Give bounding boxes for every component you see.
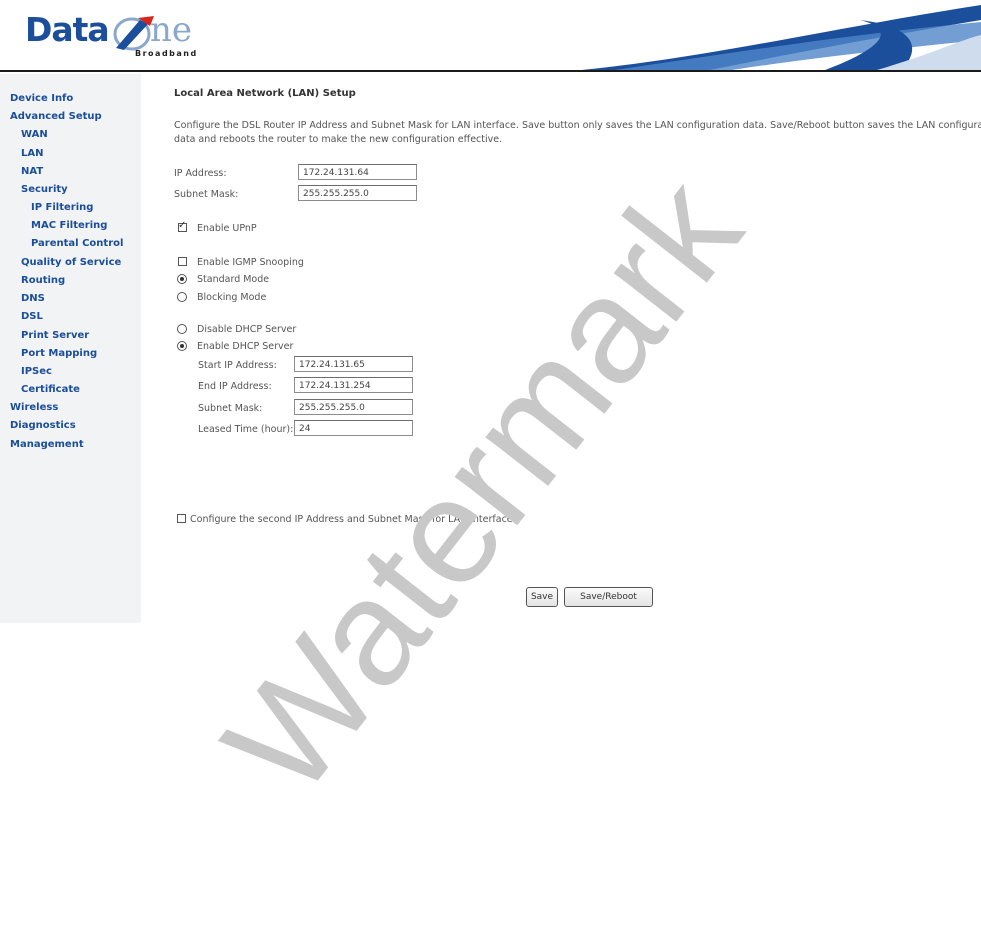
- ip-address-input[interactable]: 172.24.131.64: [298, 164, 417, 180]
- logo-text-data: Data: [25, 10, 110, 49]
- enable-igmp-snooping-label: Enable IGMP Snooping: [197, 257, 304, 268]
- enable-upnp-label: Enable UPnP: [197, 223, 257, 234]
- sidebar-item-lan[interactable]: LAN: [21, 148, 43, 159]
- sidebar-item-dsl[interactable]: DSL: [21, 311, 43, 322]
- sidebar-item-nat[interactable]: NAT: [21, 166, 43, 177]
- sidebar-nav: Device Info Advanced Setup WAN LAN NAT S…: [0, 74, 141, 623]
- sidebar-item-ip-filtering[interactable]: IP Filtering: [31, 202, 93, 213]
- end-ip-address-label: End IP Address:: [198, 381, 272, 392]
- blocking-mode-label: Blocking Mode: [197, 292, 267, 303]
- sidebar-item-quality-of-service[interactable]: Quality of Service: [21, 257, 121, 268]
- leased-time-input[interactable]: 24: [294, 420, 413, 436]
- sidebar-item-management[interactable]: Management: [10, 439, 84, 450]
- sidebar-item-dns[interactable]: DNS: [21, 293, 45, 304]
- sidebar-item-advanced-setup[interactable]: Advanced Setup: [10, 111, 102, 122]
- sidebar-item-print-server[interactable]: Print Server: [21, 330, 89, 341]
- description-line-1: Configure the DSL Router IP Address and …: [174, 120, 981, 131]
- sidebar-item-ipsec[interactable]: IPSec: [21, 366, 52, 377]
- sidebar-item-security[interactable]: Security: [21, 184, 68, 195]
- main-content: Local Area Network (LAN) Setup Configure…: [160, 74, 981, 634]
- enable-igmp-snooping-checkbox[interactable]: [178, 257, 187, 266]
- enable-dhcp-server-radio[interactable]: [177, 341, 187, 351]
- standard-mode-label: Standard Mode: [197, 274, 270, 285]
- page-description: Configure the DSL Router IP Address and …: [174, 119, 981, 147]
- second-ip-label: Configure the second IP Address and Subn…: [190, 514, 513, 525]
- dhcp-subnet-mask-label: Subnet Mask:: [198, 403, 263, 414]
- end-ip-address-input[interactable]: 172.24.131.254: [294, 377, 413, 393]
- sidebar-item-port-mapping[interactable]: Port Mapping: [21, 348, 97, 359]
- disable-dhcp-server-radio[interactable]: [177, 324, 187, 334]
- sidebar-item-routing[interactable]: Routing: [21, 275, 65, 286]
- save-button[interactable]: Save: [526, 587, 558, 607]
- logo-text-ne: ne: [150, 10, 193, 50]
- sidebar-item-diagnostics[interactable]: Diagnostics: [10, 420, 76, 431]
- logo-subtitle: Broadband: [135, 49, 198, 58]
- subnet-mask-label: Subnet Mask:: [174, 189, 239, 200]
- sidebar-item-parental-control[interactable]: Parental Control: [31, 238, 123, 249]
- subnet-mask-input[interactable]: 255.255.255.0: [298, 185, 417, 201]
- leased-time-label: Leased Time (hour):: [198, 424, 294, 435]
- disable-dhcp-server-label: Disable DHCP Server: [197, 324, 297, 335]
- sidebar-item-wan[interactable]: WAN: [21, 129, 48, 140]
- save-reboot-button[interactable]: Save/Reboot: [564, 587, 653, 607]
- start-ip-address-input[interactable]: 172.24.131.65: [294, 356, 413, 372]
- sidebar-item-device-info[interactable]: Device Info: [10, 93, 73, 104]
- header: Data ne Broadband: [0, 0, 981, 72]
- sidebar-item-wireless[interactable]: Wireless: [10, 402, 58, 413]
- ip-address-label: IP Address:: [174, 168, 227, 179]
- dhcp-subnet-mask-input[interactable]: 255.255.255.0: [294, 399, 413, 415]
- sidebar-item-mac-filtering[interactable]: MAC Filtering: [31, 220, 107, 231]
- page-title: Local Area Network (LAN) Setup: [174, 88, 356, 99]
- standard-mode-radio[interactable]: [177, 274, 187, 284]
- enable-dhcp-server-label: Enable DHCP Server: [197, 341, 294, 352]
- second-ip-checkbox[interactable]: [177, 514, 186, 523]
- start-ip-address-label: Start IP Address:: [198, 360, 277, 371]
- enable-upnp-checkbox[interactable]: [178, 220, 187, 232]
- description-line-2: data and reboots the router to make the …: [174, 134, 503, 145]
- header-divider: [0, 70, 981, 72]
- sidebar-item-certificate[interactable]: Certificate: [21, 384, 80, 395]
- blocking-mode-radio[interactable]: [177, 292, 187, 302]
